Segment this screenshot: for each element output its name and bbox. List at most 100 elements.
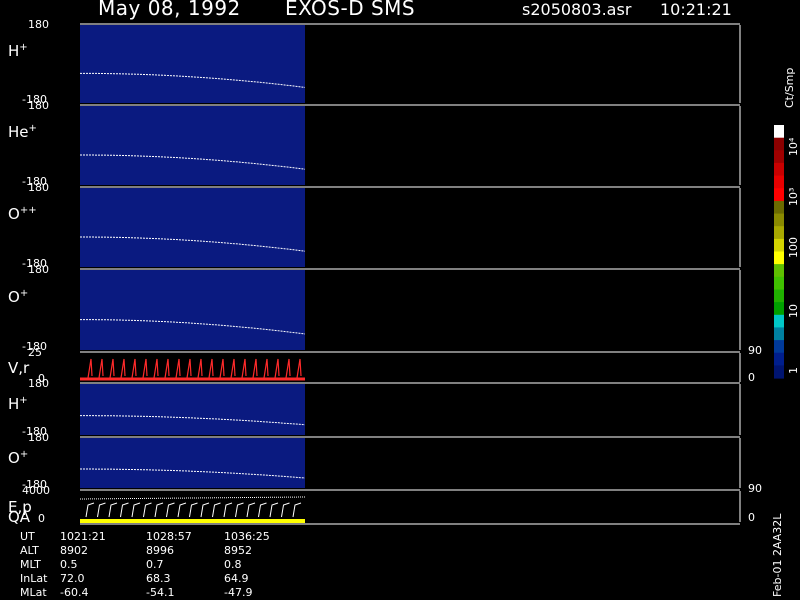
footer-cell: 0.5 — [60, 558, 78, 571]
colorbar-tick-label: 10 — [787, 304, 800, 318]
velocity-trace-segment — [241, 358, 247, 379]
footer-cell: 8996 — [146, 544, 174, 557]
qa-label: QA — [8, 508, 31, 526]
energy-trace-segment — [120, 502, 129, 518]
footer-cell: 0.8 — [224, 558, 242, 571]
footer-cell: -54.1 — [146, 586, 175, 599]
heatmap-panel-fill — [80, 25, 305, 103]
footer-cell: 8902 — [60, 544, 88, 557]
panel-label-text: O — [8, 449, 20, 467]
y-tick-label: 0 — [38, 512, 45, 525]
energy-trace-segment — [212, 502, 221, 518]
y-tick-label: 180 — [28, 181, 49, 194]
footer-cell: 1028:57 — [146, 530, 192, 543]
panel-label-text: H — [8, 395, 20, 414]
energy-trace-segment — [223, 502, 233, 518]
right-tick-label: 90 — [748, 482, 762, 495]
panel-label: O++ — [8, 205, 37, 223]
colorbar-cell — [774, 188, 784, 202]
energy-trace-segment — [166, 502, 175, 518]
colorbar-cell — [774, 289, 784, 303]
energy-trace-segment — [85, 502, 95, 518]
velocity-trace-segment — [186, 358, 192, 379]
energy-trace-segment — [292, 502, 302, 518]
colorbar-tick-label: 1 — [787, 367, 800, 374]
panel-label-sup: ++ — [19, 205, 37, 217]
y-tick-label: 180 — [28, 18, 49, 31]
qa-bar — [80, 519, 305, 523]
timestamp-stamp: Feb-01 2AA32L — [771, 513, 784, 597]
y-tick-label: 180 — [28, 99, 49, 112]
right-tick-label: 0 — [748, 511, 755, 524]
colorbar-cell — [774, 327, 784, 341]
colorbar-cell — [774, 200, 784, 215]
footer-row-label: UT — [20, 530, 35, 543]
colorbar-cell — [774, 302, 784, 316]
heatmap-panel-fill — [80, 106, 305, 185]
footer-cell: 1036:25 — [224, 530, 270, 543]
energy-upper-trace — [79, 496, 306, 500]
panel-label: He+ — [8, 123, 37, 141]
footer-cell: -60.4 — [60, 586, 89, 599]
colorbar-tick-label: 10³ — [787, 187, 800, 206]
velocity-trace-segment — [252, 358, 258, 379]
panel-label-text: O — [8, 287, 20, 306]
panel-label-sup: + — [19, 42, 28, 54]
colorbar-cell — [774, 251, 784, 265]
colorbar-cell — [774, 314, 784, 328]
energy-trace-segment — [189, 502, 198, 518]
velocity-trace-segment — [296, 358, 302, 379]
panel-label: H+ — [8, 42, 28, 60]
footer-cell: -47.9 — [224, 586, 253, 599]
colorbar-cell — [774, 276, 784, 290]
energy-trace-segment — [281, 502, 290, 518]
energy-trace-segment — [177, 502, 187, 518]
colorbar-cell — [774, 125, 784, 139]
colorbar-cell — [774, 264, 784, 278]
colorbar-cell — [774, 340, 784, 354]
y-tick-label: 180 — [28, 431, 49, 444]
panel-label-sup: + — [19, 287, 29, 299]
energy-trace-segment — [246, 502, 256, 518]
colorbar-cell — [774, 352, 784, 366]
right-tick-label: 90 — [748, 344, 762, 357]
colorbar-cell — [774, 175, 784, 189]
footer-row-label: InLat — [20, 572, 48, 585]
velocity-trace-segment — [87, 358, 93, 379]
footer-cell: 0.7 — [146, 558, 164, 571]
footer-cell: 64.9 — [224, 572, 249, 585]
velocity-trace-segment — [131, 358, 137, 379]
velocity-trace-segment — [120, 358, 126, 379]
colorbar-unit: Ct/Smp — [783, 67, 796, 108]
velocity-trace-segment — [98, 358, 104, 379]
energy-trace-segment — [97, 502, 106, 518]
plot-canvas — [79, 23, 784, 525]
panel-label-sup: + — [19, 395, 28, 407]
velocity-trace-segment — [263, 358, 269, 379]
y-tick-label: 180 — [28, 377, 49, 390]
panel-label-text: H — [8, 42, 20, 61]
plot-root: { "header": { "date": "May 08, 1992", "i… — [0, 0, 800, 600]
panel-label-text: O — [8, 205, 20, 224]
y-tick-label: 180 — [28, 263, 49, 276]
panel-label: H+ — [8, 395, 28, 413]
panel-label-sup: + — [28, 123, 37, 135]
panel-label: O+ — [8, 449, 28, 467]
velocity-trace-segment — [175, 358, 181, 379]
energy-trace-segment — [258, 502, 267, 518]
velocity-trace-segment — [219, 358, 225, 379]
energy-trace-segment — [154, 502, 164, 518]
footer-cell: 72.0 — [60, 572, 85, 585]
panel-label-sup: + — [19, 449, 29, 460]
colorbar-cell — [774, 226, 784, 240]
colorbar-cell — [774, 365, 784, 379]
heatmap-panel-fill — [80, 270, 305, 350]
energy-trace-segment — [108, 502, 118, 518]
footer-row-label: MLat — [20, 586, 47, 599]
panel-label: V,r — [8, 359, 29, 377]
colorbar-tick-label: 10⁴ — [787, 137, 800, 156]
colorbar-cell — [774, 162, 784, 177]
footer-cell: 68.3 — [146, 572, 171, 585]
panel-label-text: He — [8, 123, 29, 142]
energy-trace-segment — [143, 502, 152, 518]
